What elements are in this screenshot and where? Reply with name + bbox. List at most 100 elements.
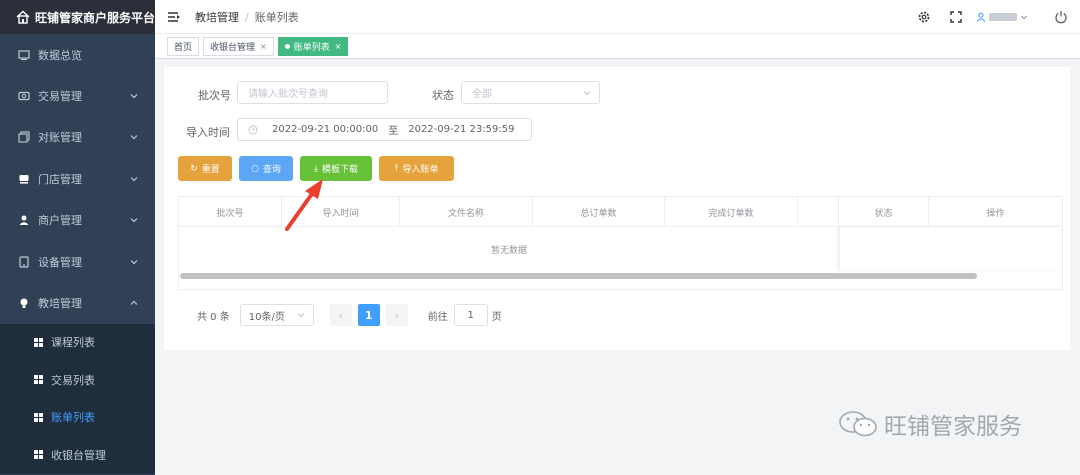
tag-home[interactable]: 首页 [167, 36, 200, 56]
import-bill-label: 导入账单 [402, 165, 439, 175]
sidebar-item-transactions[interactable]: 交易管理 [0, 75, 155, 116]
sidebar-subitem-courses[interactable]: 课程列表 [0, 324, 155, 362]
batch-label: 批次号 [198, 89, 231, 102]
refresh-icon: ↻ [190, 163, 198, 174]
sidebar-item-devices[interactable]: 设备管理 [0, 241, 155, 282]
reset-label: 重置 [201, 165, 220, 175]
tag-label: 首页 [174, 42, 193, 53]
sidebar-subitem-label: 收银台管理 [51, 448, 106, 462]
pagination: 共 0 条 10条/页 ‹ 1 › 前往 1 页 [197, 304, 502, 326]
page-size-value: 10条/页 [248, 311, 285, 323]
time-label: 导入时间 [186, 126, 230, 139]
chevron-left-icon: ‹ [338, 308, 343, 322]
chevron-down-icon [130, 259, 138, 264]
chevron-down-icon [130, 135, 138, 140]
batch-input[interactable]: 请输入批次号查询 [237, 81, 388, 104]
grid-icon [34, 412, 43, 422]
import-bill-button[interactable]: ⤒ 导入账单 [379, 156, 454, 181]
sidebar-item-label: 数据总览 [38, 48, 82, 62]
chevron-down-icon [130, 176, 138, 182]
grid-icon [34, 450, 43, 460]
search-icon: ○ [251, 163, 259, 174]
sidebar-item-label: 对账管理 [38, 131, 82, 145]
date-end[interactable]: 2022-09-21 23:59:59 [408, 124, 514, 135]
status-placeholder: 全部 [472, 89, 492, 100]
sidebar-item-label: 交易管理 [38, 90, 82, 104]
fixed-right-columns [839, 227, 1062, 271]
tag-cashier[interactable]: 收银台管理 × [203, 36, 274, 56]
date-separator: 至 [388, 126, 399, 137]
wechat-icon [839, 411, 877, 437]
chevron-down-icon [1021, 15, 1027, 20]
power-icon[interactable] [1054, 10, 1068, 24]
sidebar-subitem-transactions[interactable]: 交易列表 [0, 361, 155, 399]
sidebar-subitem-label: 课程列表 [51, 336, 95, 350]
column-header: 总订单数 [533, 197, 665, 227]
sidebar-item-reconcile[interactable]: 对账管理 [0, 117, 155, 158]
store-icon [19, 174, 29, 184]
clock-icon [248, 125, 258, 134]
education-submenu: 课程列表 交易列表 账单列表 收银台管理 [0, 323, 155, 474]
close-icon[interactable]: × [335, 42, 342, 51]
user-menu[interactable] [976, 12, 1028, 22]
query-label: 查询 [262, 165, 281, 175]
grid-icon [34, 337, 43, 347]
goto-page-input[interactable]: 1 [453, 304, 488, 326]
sidebar-item-education[interactable]: 教培管理 [0, 282, 155, 323]
chevron-up-icon [130, 300, 138, 305]
status-label: 状态 [432, 89, 454, 102]
next-page-button[interactable]: › [385, 304, 408, 326]
sidebar-item-label: 教培管理 [38, 297, 82, 311]
page-number-button[interactable]: 1 [357, 304, 380, 326]
sidebar-item-merchants[interactable]: 商户管理 [0, 200, 155, 241]
breadcrumb-item[interactable]: 教培管理 [195, 11, 239, 24]
gear-icon[interactable] [917, 10, 931, 24]
grid-icon [34, 375, 43, 385]
app-title: 旺铺管家商户服务平台 [35, 10, 156, 25]
date-start[interactable]: 2022-09-21 00:00:00 [272, 124, 378, 135]
house-icon [16, 10, 30, 24]
breadcrumb-current: 账单列表 [254, 10, 299, 24]
breadcrumb: 教培管理 / 账单列表 [195, 9, 299, 25]
page-number: 1 [364, 308, 373, 322]
prev-page-button[interactable]: ‹ [329, 304, 352, 326]
sidebar-item-label: 设备管理 [38, 255, 82, 269]
sidebar-item-stores[interactable]: 门店管理 [0, 158, 155, 199]
batch-placeholder: 请输入批次号查询 [248, 89, 328, 100]
column-header: 文件名称 [400, 197, 533, 227]
sidebar-subitem-bills[interactable]: 账单列表 [0, 399, 155, 437]
goto-prefix: 前往 [427, 311, 448, 323]
upload-icon: ⤒ [394, 163, 399, 174]
column-header: 批次号 [179, 197, 282, 227]
chevron-down-icon [130, 94, 138, 99]
tag-bills[interactable]: 账单列表 × [277, 36, 349, 56]
horizontal-scrollbar[interactable] [180, 273, 977, 279]
breadcrumb-separator: / [245, 10, 249, 24]
status-select[interactable]: 全部 [461, 81, 600, 104]
device-icon [19, 256, 29, 268]
fullscreen-icon[interactable] [949, 10, 963, 24]
reset-button[interactable]: ↻ 重置 [178, 156, 232, 181]
tag-label: 账单列表 [293, 42, 330, 53]
header-actions [908, 0, 1080, 34]
date-range-picker[interactable]: 2022-09-21 00:00:00 至 2022-09-21 23:59:5… [237, 118, 532, 141]
sidebar-subitem-cashier[interactable]: 收银台管理 [0, 436, 155, 474]
goto-suffix: 页 [491, 311, 502, 323]
sidebar: 旺铺管家商户服务平台 数据总览 交易管理 对账管理 门店管理 商户管理 设备管理… [0, 0, 155, 475]
sidebar-item-overview[interactable]: 数据总览 [0, 34, 155, 75]
hamburger-icon[interactable] [167, 11, 181, 23]
username-redacted [989, 13, 1017, 21]
empty-text: 暂无数据 [490, 245, 527, 256]
page-size-select[interactable]: 10条/页 [239, 304, 314, 326]
top-navbar: 教培管理 / 账单列表 [155, 0, 1080, 34]
total-count: 共 0 条 [197, 311, 230, 323]
chevron-down-icon [297, 313, 305, 318]
active-dot-icon [284, 43, 290, 49]
tag-label: 收银台管理 [210, 42, 256, 53]
app-logo[interactable]: 旺铺管家商户服务平台 [0, 0, 155, 34]
close-icon[interactable]: × [260, 42, 267, 51]
tags-view: 首页 收银台管理 × 账单列表 × [155, 34, 1080, 59]
sidebar-subitem-label: 交易列表 [51, 373, 95, 387]
user-icon [19, 215, 29, 226]
column-header [798, 197, 839, 227]
